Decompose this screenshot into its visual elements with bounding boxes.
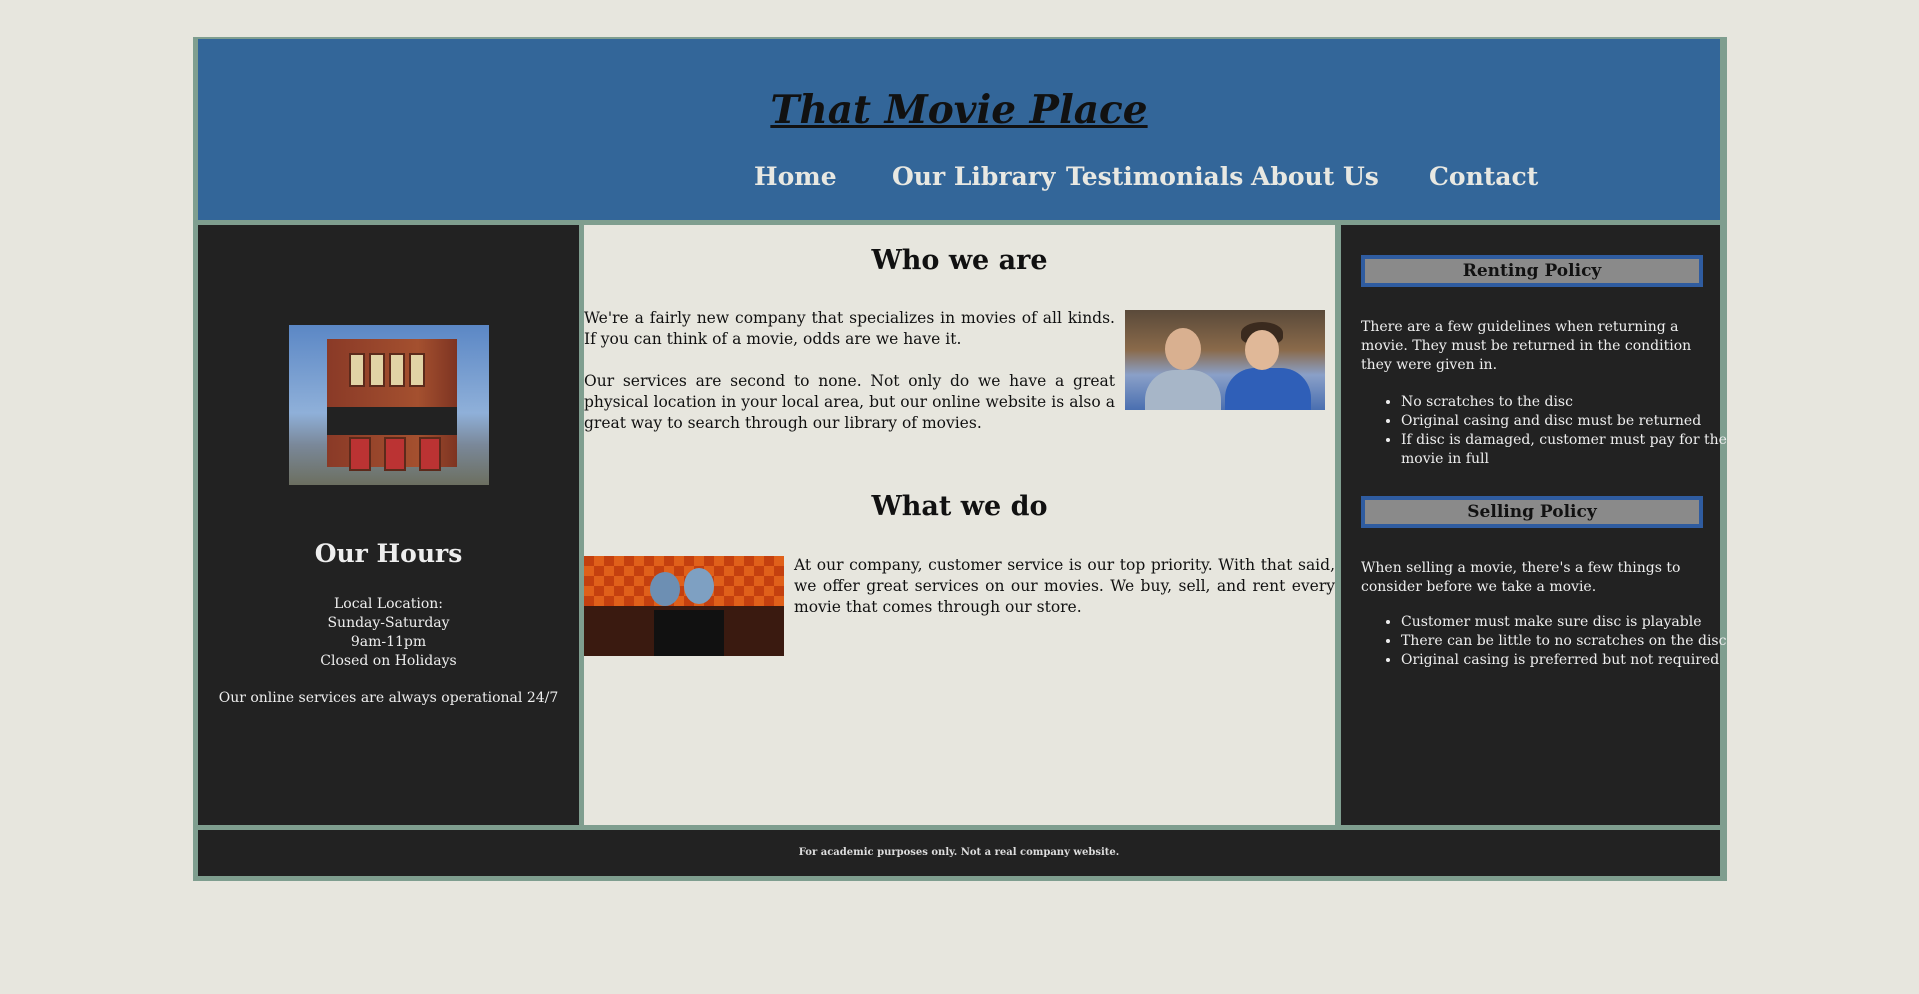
- main-content: Who we are We're a fairly new company th…: [584, 225, 1335, 825]
- list-item: Original casing and disc must be returne…: [1401, 412, 1751, 431]
- couple-watching-photo: [584, 556, 784, 656]
- site-header: That Movie Place Home Our Library Testim…: [198, 39, 1720, 220]
- list-item: Customer must make sure disc is playable: [1401, 613, 1751, 632]
- what-paragraph-1: At our company, customer service is our …: [794, 556, 1335, 616]
- who-we-are-title: Who we are: [871, 245, 1048, 276]
- list-item: Original casing is preferred but not req…: [1401, 651, 1751, 670]
- hours-line: Local Location:: [333, 596, 444, 612]
- list-item: There can be little to no scratches on t…: [1401, 632, 1751, 651]
- who-paragraph-2: Our services are second to none. Not onl…: [584, 372, 1115, 432]
- site-footer: For academic purposes only. Not a real c…: [198, 830, 1720, 876]
- selling-policy-list: Customer must make sure disc is playable…: [1361, 613, 1751, 670]
- store-building-image: [289, 325, 489, 485]
- selling-policy-title: Selling Policy: [1361, 496, 1703, 528]
- nav-contact[interactable]: Contact: [1429, 162, 1538, 191]
- list-item: No scratches to the disc: [1401, 393, 1751, 412]
- selling-policy-intro: When selling a movie, there's a few thin…: [1361, 560, 1681, 595]
- page-frame: That Movie Place Home Our Library Testim…: [193, 37, 1727, 881]
- online-services-note: Our online services are always operation…: [218, 690, 559, 706]
- staff-photo: [1125, 310, 1325, 410]
- hours-title: Our Hours: [314, 539, 463, 568]
- hours-line: 9am-11pm: [350, 634, 427, 650]
- nav-our-library[interactable]: Our Library: [892, 162, 1055, 191]
- hours-details: Local Location: Sunday-Saturday 9am-11pm…: [198, 595, 579, 671]
- site-title[interactable]: That Movie Place: [198, 87, 1720, 133]
- hours-line: Sunday-Saturday: [327, 615, 450, 631]
- policy-sidebar: Renting Policy There are a few guideline…: [1341, 225, 1727, 825]
- list-item: If disc is damaged, customer must pay fo…: [1401, 431, 1751, 469]
- footer-note: For academic purposes only. Not a real c…: [798, 847, 1120, 858]
- renting-policy-list: No scratches to the disc Original casing…: [1361, 393, 1751, 469]
- renting-policy-title: Renting Policy: [1361, 255, 1703, 287]
- what-we-do-title: What we do: [871, 491, 1048, 522]
- nav-about-us[interactable]: About Us: [1251, 162, 1379, 191]
- who-paragraph-1: We're a fairly new company that speciali…: [584, 309, 1115, 348]
- hours-line: Closed on Holidays: [320, 653, 457, 669]
- nav-testimonials[interactable]: Testimonials: [1066, 162, 1243, 191]
- hours-sidebar: Our Hours Local Location: Sunday-Saturda…: [198, 225, 579, 825]
- renting-policy-intro: There are a few guidelines when returnin…: [1361, 319, 1692, 373]
- nav-home[interactable]: Home: [754, 162, 837, 191]
